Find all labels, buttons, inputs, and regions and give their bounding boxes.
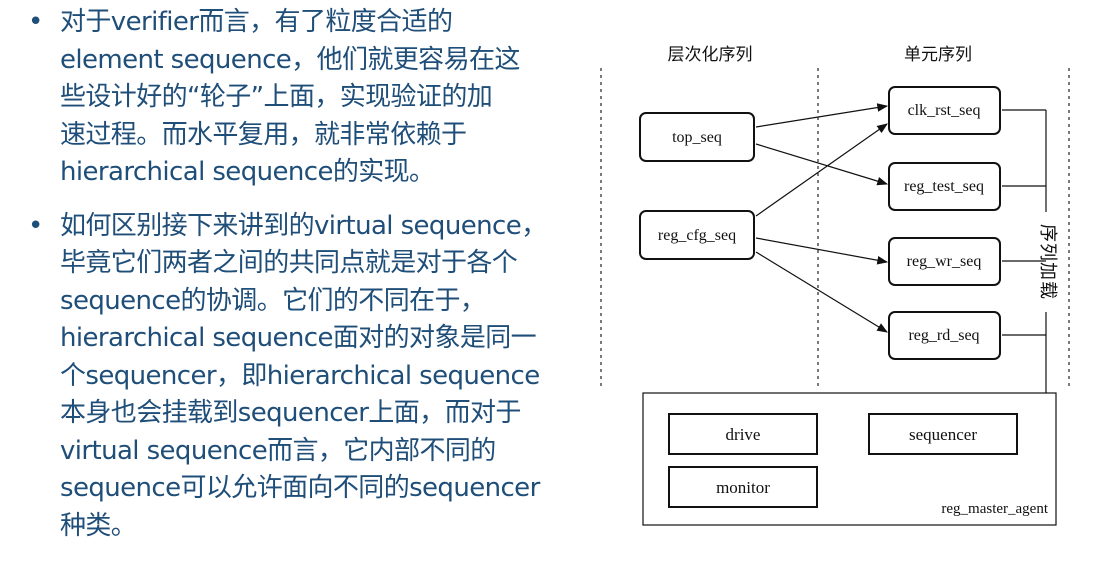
- node-top-seq: top_seq: [639, 112, 755, 162]
- node-reg-test-seq: reg_test_seq: [888, 162, 1001, 211]
- node-reg-cfg-seq: reg_cfg_seq: [639, 210, 755, 260]
- node-reg-rd-seq: reg_rd_seq: [888, 311, 1001, 360]
- header-hierarchical: 层次化序列: [668, 45, 753, 64]
- component-label: sequencer: [909, 425, 977, 444]
- node-label: top_seq: [672, 129, 722, 146]
- edges: [755, 103, 889, 333]
- node-label: reg_wr_seq: [907, 253, 982, 270]
- node-label: reg_cfg_seq: [658, 227, 736, 244]
- side-label: 序列加载: [1038, 224, 1058, 300]
- header-element: 单元序列: [904, 45, 972, 64]
- component-label: drive: [726, 425, 761, 444]
- component-label: monitor: [716, 478, 770, 497]
- edge-cfg-to-clk: [755, 123, 888, 217]
- sequence-diagram: 层次化序列 单元序列 序列加载 top_seq reg_cfg_seq clk_…: [600, 45, 1070, 526]
- edge-top-to-test: [755, 143, 889, 186]
- node-label: reg_rd_seq: [908, 327, 979, 344]
- agent-label: reg_master_agent: [941, 501, 1048, 517]
- component-sequencer: sequencer: [868, 413, 1018, 455]
- component-drive: drive: [668, 413, 818, 455]
- node-label: reg_test_seq: [904, 178, 984, 195]
- component-monitor: monitor: [668, 466, 818, 508]
- node-label: clk_rst_seq: [908, 102, 981, 119]
- edge-cfg-to-wr: [755, 237, 889, 265]
- edge-top-to-clk: [755, 103, 889, 128]
- edge-cfg-to-rd: [755, 251, 888, 333]
- node-clk-rst-seq: clk_rst_seq: [888, 86, 1001, 135]
- node-reg-wr-seq: reg_wr_seq: [888, 237, 1001, 286]
